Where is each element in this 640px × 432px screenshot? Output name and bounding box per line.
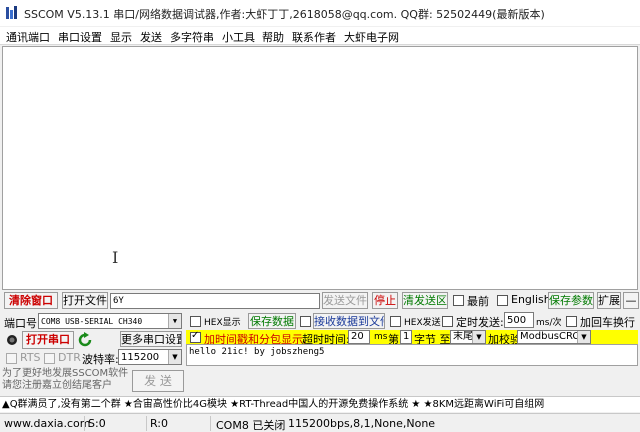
timeout-input[interactable]: 20 <box>348 330 370 344</box>
status-port-state: COM8 已关闭 <box>216 419 286 432</box>
port-status-indicator-icon <box>7 335 17 345</box>
save-params-button[interactable]: 保存参数 <box>548 292 594 309</box>
status-port-config: 115200bps,8,1,None,None <box>288 417 436 430</box>
hex-display-label: HEX显示 <box>204 318 241 328</box>
port-select[interactable]: COM8 USB-SERIAL CH340 ▼ <box>38 313 182 329</box>
status-bar: www.daxia.com S:0 R:0 COM8 已关闭 115200bps… <box>0 413 640 432</box>
english-label: English <box>511 293 551 306</box>
recv-to-file-checkbox[interactable] <box>300 316 311 327</box>
timed-unit-label: ms/次 <box>536 318 562 328</box>
hex-send-checkbox[interactable] <box>390 316 401 327</box>
hex-display-checkbox[interactable] <box>190 316 201 327</box>
open-port-button[interactable]: 打开串口 <box>22 331 74 349</box>
append-newline-label: 加回车换行 <box>580 316 635 329</box>
refresh-icon[interactable] <box>78 332 92 348</box>
send-text-area[interactable]: hello 21ic! by jobszheng5 <box>186 344 638 366</box>
status-recv-count: R:0 <box>150 417 169 430</box>
menu-send[interactable]: 发送 <box>140 29 162 45</box>
add-timestamp-checkbox[interactable] <box>190 330 201 343</box>
timed-send-label: 定时发送: <box>456 316 504 329</box>
title-bar: SSCOM V5.13.1 串口/网络数据调试器,作者:大虾丁丁,2618058… <box>0 0 640 26</box>
timed-send-checkbox[interactable] <box>442 316 453 327</box>
more-port-settings-button[interactable]: 更多串口设置 <box>120 331 182 347</box>
port-label: 端口号 <box>4 317 37 330</box>
status-site-link[interactable]: www.daxia.com <box>4 417 91 430</box>
status-divider <box>146 416 147 431</box>
topmost-label: 最前 <box>467 295 489 308</box>
timed-interval-input[interactable]: 500 <box>504 312 534 328</box>
byte-end-select[interactable]: 末尾 ▼ <box>450 330 486 344</box>
menu-daxia-site[interactable]: 大虾电子网 <box>344 29 399 45</box>
menu-bar: 通讯端口 串口设置 显示 发送 多字符串 小工具 帮助 联系作者 大虾电子网 <box>0 27 640 45</box>
ad-line-2: 请您注册嘉立创结尾客户 <box>2 380 112 391</box>
dtr-label: DTR <box>58 351 81 364</box>
dtr-checkbox[interactable] <box>44 353 55 364</box>
chevron-down-icon[interactable]: ▼ <box>168 350 181 364</box>
chevron-down-icon[interactable]: ▼ <box>577 331 590 343</box>
window-title: SSCOM V5.13.1 串口/网络数据调试器,作者:大虾丁丁,2618058… <box>24 8 545 21</box>
rts-label: RTS <box>20 351 41 364</box>
byte-end-value: 末尾 <box>453 331 473 342</box>
hex-send-label: HEX发送 <box>404 318 441 328</box>
clear-window-button[interactable]: 清除窗口 <box>4 292 58 309</box>
chevron-down-icon[interactable]: ▼ <box>168 314 181 328</box>
open-file-button[interactable]: 打开文件 <box>62 292 108 309</box>
clear-send-area-button[interactable]: 清发送区 <box>402 292 448 309</box>
menu-contact-author[interactable]: 联系作者 <box>292 29 336 45</box>
file-path-input[interactable]: 6Y <box>110 293 320 309</box>
menu-comm-port[interactable]: 通讯端口 <box>6 29 50 45</box>
status-divider <box>210 416 211 431</box>
status-sent-count: S:0 <box>88 417 106 430</box>
baud-rate-select[interactable]: 115200 ▼ <box>118 349 182 365</box>
chevron-down-icon[interactable]: ▼ <box>472 331 485 343</box>
menu-tools[interactable]: 小工具 <box>222 29 255 45</box>
byte-index-input[interactable]: 1 <box>400 330 412 344</box>
topmost-checkbox[interactable] <box>453 295 464 306</box>
menu-serial-settings[interactable]: 串口设置 <box>58 29 102 45</box>
menu-help[interactable]: 帮助 <box>262 29 284 45</box>
port-select-value: COM8 USB-SERIAL CH340 <box>41 317 143 326</box>
send-button[interactable]: 发 送 <box>132 370 184 392</box>
news-ticker[interactable]: ▲Q群满员了,没有第二个群 ★合宙高性价比4G模块 ★RT-Thread中国人的… <box>0 396 640 412</box>
receive-area[interactable] <box>2 46 638 290</box>
baud-rate-value: 115200 <box>121 352 160 363</box>
english-checkbox[interactable] <box>497 295 508 306</box>
baud-label: 波特率: <box>82 353 119 366</box>
text-cursor-icon: I <box>112 248 119 267</box>
sscom-app-icon <box>6 6 17 19</box>
menu-multi-string[interactable]: 多字符串 <box>170 29 214 45</box>
menu-display[interactable]: 显示 <box>110 29 132 45</box>
expand-button[interactable]: 扩展 <box>597 292 621 309</box>
status-divider <box>84 416 85 431</box>
ad-text[interactable]: 为了更好地发展SSCOM软件 请您注册嘉立创结尾客户 <box>2 368 128 392</box>
stop-button[interactable]: 停止 <box>372 292 398 309</box>
append-newline-checkbox[interactable] <box>566 316 577 327</box>
collapse-button[interactable]: — <box>623 292 639 309</box>
checksum-select[interactable]: ModbusCRC16 ▼ <box>517 330 591 344</box>
send-file-button[interactable]: 发送文件 <box>322 292 368 309</box>
recv-to-file-button[interactable]: 接收数据到文件 <box>313 313 385 329</box>
timeout-unit-label: ms <box>374 332 388 342</box>
rts-checkbox[interactable] <box>6 353 17 364</box>
ad-line-1: 为了更好地发展SSCOM软件 <box>2 368 129 379</box>
save-data-button[interactable]: 保存数据 <box>248 313 296 329</box>
